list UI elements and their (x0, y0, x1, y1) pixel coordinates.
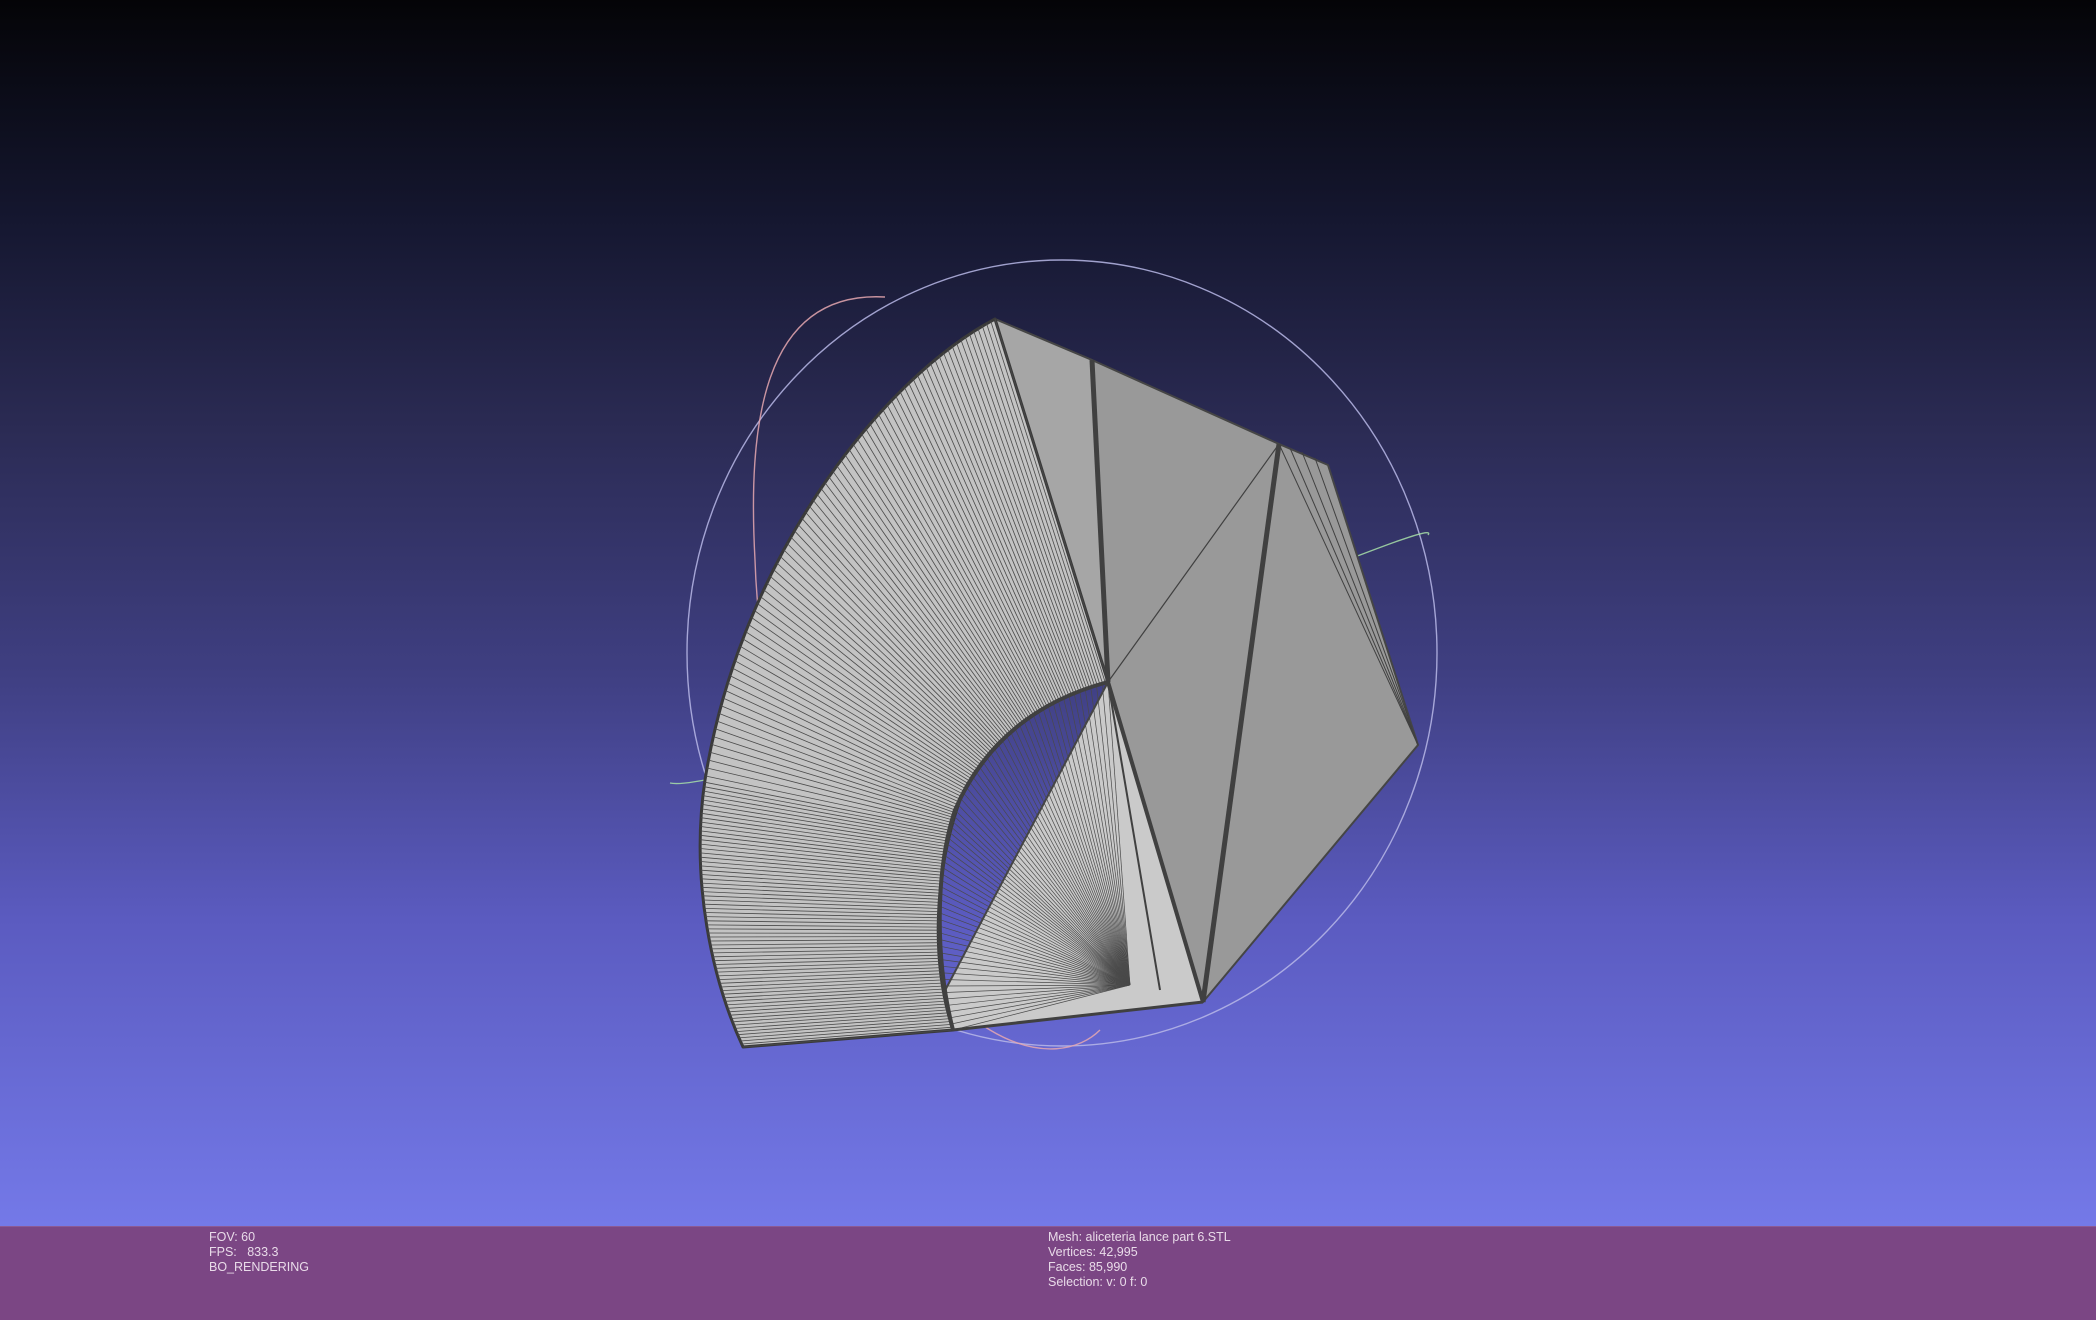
mesh-info: Mesh: aliceteria lance part 6.STL Vertic… (1048, 1230, 1231, 1290)
faces-readout: Faces: 85,990 (1048, 1260, 1128, 1274)
vertices-readout: Vertices: 42,995 (1048, 1245, 1138, 1259)
render-info: FOV: 60 FPS: 833.3 BO_RENDERING (209, 1230, 309, 1275)
mesh-name-readout: Mesh: aliceteria lance part 6.STL (1048, 1230, 1231, 1244)
meshlab-window: FOV: 60 FPS: 833.3 BO_RENDERING Mesh: al… (0, 0, 2096, 1320)
selection-readout: Selection: v: 0 f: 0 (1048, 1275, 1148, 1289)
fps-readout: FPS: 833.3 (209, 1245, 279, 1259)
3d-viewport[interactable] (0, 0, 2096, 1226)
fov-readout: FOV: 60 (209, 1230, 256, 1244)
render-mode-readout: BO_RENDERING (209, 1260, 310, 1274)
mesh-render[interactable] (0, 0, 2096, 1226)
mesh (698, 317, 1419, 1049)
status-info-bar: FOV: 60 FPS: 833.3 BO_RENDERING Mesh: al… (0, 1226, 2096, 1320)
